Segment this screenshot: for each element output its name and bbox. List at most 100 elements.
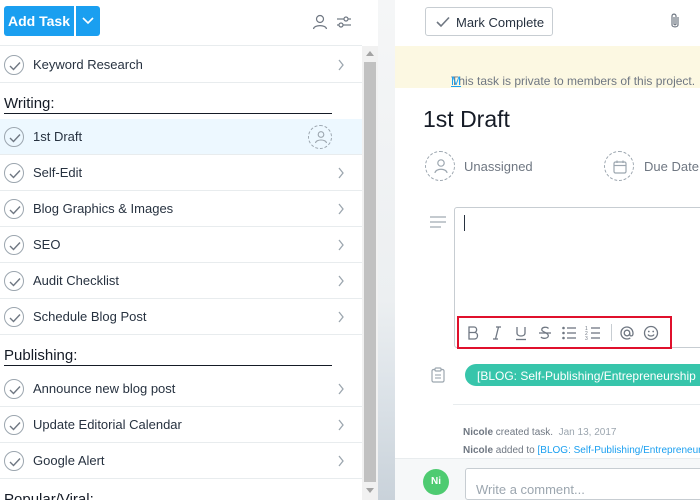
task-name: 1st Draft bbox=[33, 129, 83, 144]
task-row[interactable]: Audit Checklist bbox=[0, 263, 362, 299]
background-image-strip bbox=[378, 0, 395, 500]
check-icon bbox=[9, 386, 21, 395]
complete-checkbox[interactable] bbox=[4, 163, 24, 183]
scrollbar-thumb[interactable] bbox=[364, 62, 376, 482]
check-icon bbox=[9, 278, 21, 287]
task-row[interactable]: Schedule Blog Post bbox=[0, 299, 362, 335]
scroll-up-arrow-icon[interactable] bbox=[366, 50, 374, 56]
story-action: added to bbox=[495, 445, 535, 456]
project-tag[interactable]: [BLOG: Self-Publishing/Entrepreneurship bbox=[465, 364, 700, 386]
complete-checkbox[interactable] bbox=[4, 307, 24, 327]
project-clipboard-icon bbox=[431, 367, 445, 383]
complete-checkbox[interactable] bbox=[4, 271, 24, 291]
scroll-down-arrow-icon[interactable] bbox=[366, 488, 374, 494]
task-row[interactable]: Update Editorial Calendar bbox=[0, 407, 362, 443]
task-name: Announce new blog post bbox=[33, 381, 176, 396]
chevron-right-icon bbox=[338, 275, 344, 287]
due-date-label[interactable]: Due Date bbox=[644, 159, 699, 174]
chevron-right-icon bbox=[338, 239, 344, 251]
chevron-right-icon bbox=[338, 203, 344, 215]
task-name: Blog Graphics & Images bbox=[33, 201, 174, 216]
mark-complete-button[interactable]: Mark Complete bbox=[425, 7, 553, 36]
text-cursor bbox=[464, 215, 465, 231]
task-title[interactable]: 1st Draft bbox=[423, 106, 510, 133]
section-header-publishing[interactable]: Publishing: bbox=[0, 335, 362, 371]
task-row[interactable]: Blog Graphics & Images bbox=[0, 191, 362, 227]
bold-icon[interactable] bbox=[465, 325, 481, 341]
assignee-button[interactable] bbox=[425, 151, 455, 181]
complete-checkbox[interactable] bbox=[4, 199, 24, 219]
complete-checkbox[interactable] bbox=[4, 55, 24, 75]
chevron-right-icon bbox=[338, 59, 344, 71]
task-row[interactable]: Self-Edit bbox=[0, 155, 362, 191]
check-icon bbox=[9, 422, 21, 431]
activity-story: Nicole added to [BLOG: Self-Publishing/E… bbox=[463, 445, 700, 456]
task-row[interactable]: SEO bbox=[0, 227, 362, 263]
section-header-popular-viral[interactable]: Popular/Viral: bbox=[0, 479, 362, 500]
emoji-smiley-icon[interactable] bbox=[643, 325, 659, 341]
check-icon bbox=[9, 62, 21, 71]
numbered-list-icon[interactable]: 123 bbox=[585, 325, 601, 341]
check-icon bbox=[9, 134, 21, 143]
task-row-selected[interactable]: 1st Draft bbox=[0, 119, 362, 155]
underline-icon[interactable] bbox=[513, 325, 529, 341]
strikethrough-icon[interactable] bbox=[537, 325, 553, 341]
complete-checkbox[interactable] bbox=[4, 415, 24, 435]
story-date: Jan 13, 2017 bbox=[558, 427, 617, 438]
story-action: created task. bbox=[495, 427, 554, 438]
check-icon bbox=[9, 242, 21, 251]
story-author[interactable]: Nicole bbox=[463, 427, 493, 438]
task-row[interactable]: Google Alert bbox=[0, 443, 362, 479]
section-divider bbox=[4, 113, 332, 114]
add-task-dropdown-button[interactable] bbox=[76, 6, 100, 36]
privacy-notice-banner: This task is private to members of this … bbox=[395, 46, 700, 88]
chevron-right-icon bbox=[338, 419, 344, 431]
task-name: Google Alert bbox=[33, 453, 105, 468]
task-row[interactable]: Announce new blog post bbox=[0, 371, 362, 407]
task-name: Audit Checklist bbox=[33, 273, 119, 288]
task-name: Keyword Research bbox=[33, 57, 143, 72]
bulleted-list-icon[interactable] bbox=[561, 325, 577, 341]
privacy-notice-link[interactable]: M bbox=[451, 74, 461, 88]
check-icon bbox=[9, 206, 21, 215]
complete-checkbox[interactable] bbox=[4, 235, 24, 255]
mention-at-icon[interactable] bbox=[619, 325, 635, 341]
task-detail-pane: Mark Complete This task is private to me… bbox=[395, 0, 700, 500]
person-filter-icon[interactable] bbox=[311, 13, 329, 31]
add-task-button[interactable]: Add Task bbox=[4, 6, 74, 36]
section-header-writing[interactable]: Writing: bbox=[0, 83, 362, 119]
chevron-down-icon bbox=[82, 17, 94, 25]
section-divider bbox=[4, 365, 332, 366]
paperclip-icon[interactable] bbox=[669, 12, 681, 30]
story-project-link[interactable]: [BLOG: Self-Publishing/Entrepreneursh bbox=[538, 445, 700, 456]
task-name: Self-Edit bbox=[33, 165, 83, 180]
chevron-right-icon bbox=[338, 455, 344, 467]
task-row[interactable]: Keyword Research bbox=[0, 47, 362, 83]
italic-icon[interactable] bbox=[489, 325, 505, 341]
activity-story: Nicole created task. Jan 13, 2017 bbox=[463, 427, 616, 438]
task-name: SEO bbox=[33, 237, 61, 252]
due-date-button[interactable] bbox=[604, 151, 634, 181]
calendar-icon bbox=[613, 160, 627, 174]
section-name: Publishing: bbox=[4, 347, 78, 364]
chevron-right-icon bbox=[338, 383, 344, 395]
stories-divider bbox=[453, 404, 700, 405]
task-list-pane: Add Task Keyword Research Writing: 1st D… bbox=[0, 0, 378, 500]
assignee-label[interactable]: Unassigned bbox=[464, 159, 533, 174]
complete-checkbox[interactable] bbox=[4, 379, 24, 399]
complete-checkbox[interactable] bbox=[4, 451, 24, 471]
person-icon bbox=[314, 131, 328, 144]
story-author[interactable]: Nicole bbox=[463, 445, 493, 456]
rich-text-format-toolbar: 123 bbox=[457, 316, 672, 349]
section-name: Popular/Viral: bbox=[4, 491, 94, 500]
complete-checkbox[interactable] bbox=[4, 127, 24, 147]
assignee-placeholder[interactable] bbox=[308, 125, 332, 149]
mark-complete-label: Mark Complete bbox=[456, 15, 545, 30]
comment-input[interactable]: Write a comment... bbox=[465, 468, 700, 500]
check-icon bbox=[9, 170, 21, 179]
description-lines-icon bbox=[430, 216, 446, 228]
check-icon bbox=[436, 16, 450, 28]
check-icon bbox=[9, 314, 21, 323]
chevron-right-icon bbox=[338, 167, 344, 179]
view-settings-icon[interactable] bbox=[335, 13, 353, 31]
